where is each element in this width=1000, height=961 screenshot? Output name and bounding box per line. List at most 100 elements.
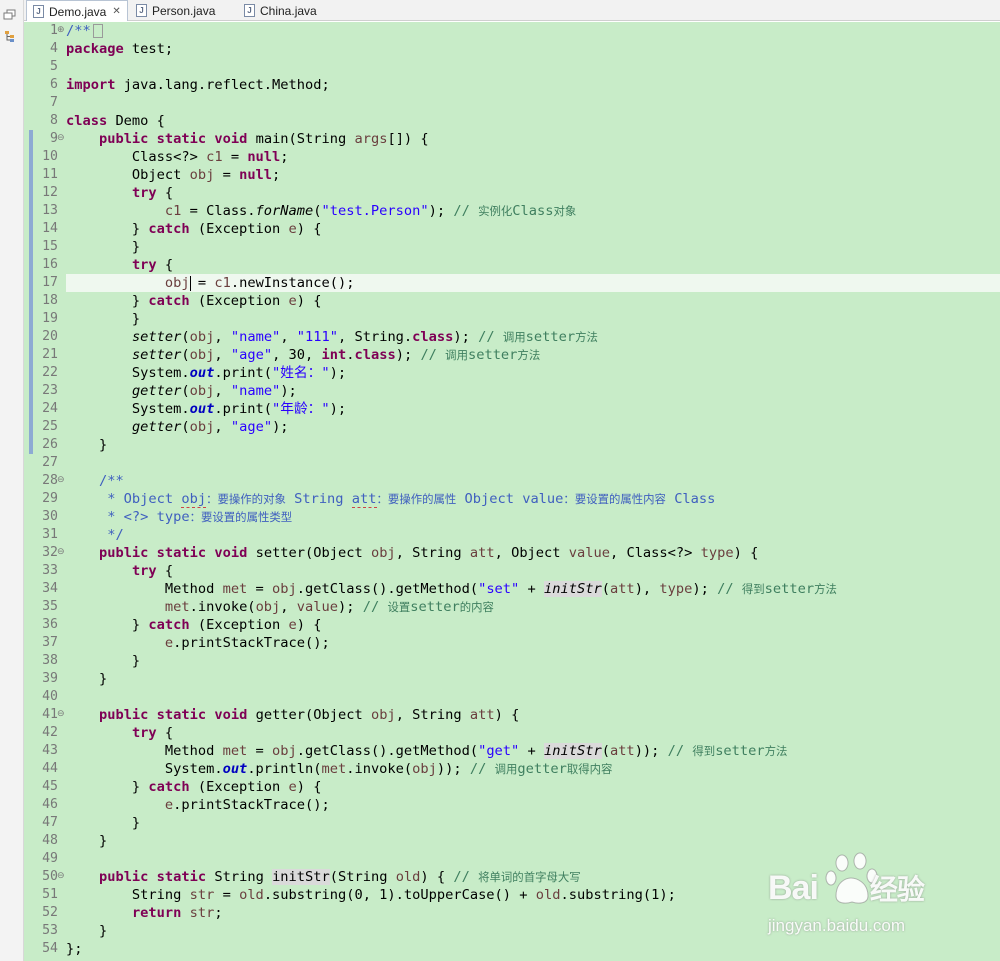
line-number: 17	[42, 275, 58, 290]
code-line[interactable]: Method met = obj.getClass().getMethod("g…	[66, 742, 787, 760]
line-number: 35	[42, 599, 58, 614]
code-line[interactable]: getter(obj, "name");	[66, 382, 297, 400]
code-line[interactable]: System.out.print("姓名：");	[66, 364, 346, 382]
code-line[interactable]: }	[66, 922, 107, 940]
collapse-fold-icon[interactable]: ⊖	[57, 472, 65, 490]
code-line[interactable]: setter(obj, "age", 30, int.class); // 调用…	[66, 346, 540, 364]
line-number: 23	[42, 383, 58, 398]
code-line[interactable]: public static void getter(Object obj, St…	[66, 706, 519, 724]
code-line[interactable]: */	[66, 526, 124, 544]
code-line[interactable]: * Object obj：要操作的对象 String att：要操作的属性 Ob…	[66, 490, 715, 508]
code-line[interactable]: e.printStackTrace();	[66, 796, 330, 814]
code-line[interactable]: } catch (Exception e) {	[66, 220, 322, 238]
line-number: 29	[42, 491, 58, 506]
collapse-fold-icon[interactable]: ⊖	[57, 706, 65, 724]
line-number: 19	[42, 311, 58, 326]
line-number: 20	[42, 329, 58, 344]
code-line[interactable]: } catch (Exception e) {	[66, 292, 322, 310]
code-line[interactable]: try {	[66, 724, 173, 742]
close-icon[interactable]: ✕	[112, 6, 120, 17]
code-line[interactable]: } catch (Exception e) {	[66, 616, 322, 634]
code-line[interactable]: }	[66, 238, 140, 256]
code-line[interactable]: public static void setter(Object obj, St…	[66, 544, 758, 562]
code-editor[interactable]: 1 ⊕ 4 5 6 7 8 9 ⊖ 10 11 12 13 14 15 16 17 18 19 20 21 22 23 24 2…	[24, 22, 1000, 961]
line-number: 51	[42, 887, 58, 902]
code-line[interactable]: } catch (Exception e) {	[66, 778, 322, 796]
line-number: 16	[42, 257, 58, 272]
line-number: 39	[42, 671, 58, 686]
java-file-icon: J	[244, 4, 255, 18]
code-line[interactable]: import java.lang.reflect.Method;	[66, 76, 330, 94]
line-number: 10	[42, 149, 58, 164]
code-line[interactable]: try {	[66, 562, 173, 580]
line-number: 9	[50, 131, 58, 146]
hierarchy-icon[interactable]	[3, 30, 17, 42]
code-line[interactable]: }	[66, 832, 107, 850]
code-line[interactable]: System.out.print("年龄：");	[66, 400, 346, 418]
code-line[interactable]: Class<?> c1 = null;	[66, 148, 289, 166]
line-number: 6	[50, 77, 58, 92]
code-line[interactable]: Method met = obj.getClass().getMethod("s…	[66, 580, 837, 598]
code-line[interactable]: Object obj = null;	[66, 166, 280, 184]
code-line[interactable]: public static String initStr(String old)…	[66, 868, 581, 886]
code-line[interactable]: /**	[66, 22, 103, 40]
line-number: 7	[50, 95, 58, 110]
tab-label: Person.java	[152, 3, 216, 18]
code-line[interactable]: c1 = Class.forName("test.Person"); // 实例…	[66, 202, 576, 220]
line-number: 43	[42, 743, 58, 758]
java-file-icon: J	[136, 4, 147, 18]
code-line[interactable]: getter(obj, "age");	[66, 418, 289, 436]
code-line[interactable]: System.out.println(met.invoke(obj)); // …	[66, 760, 613, 778]
code-line[interactable]: };	[66, 940, 82, 958]
line-number: 13	[42, 203, 58, 218]
code-line[interactable]: }	[66, 310, 140, 328]
code-line[interactable]: try {	[66, 256, 173, 274]
line-number: 5	[50, 59, 58, 74]
code-line[interactable]: setter(obj, "name", "111", String.class)…	[66, 328, 598, 346]
code-line[interactable]: met.invoke(obj, value); // 设置setter的内容	[66, 598, 494, 616]
code-text-area[interactable]: /** package test; import java.lang.reflect…	[66, 22, 1000, 961]
tab-china-java[interactable]: J China.java	[238, 0, 338, 21]
line-number: 33	[42, 563, 58, 578]
collapse-fold-icon[interactable]: ⊖	[57, 130, 65, 148]
line-number: 22	[42, 365, 58, 380]
tab-demo-java[interactable]: J Demo.java ✕	[26, 0, 128, 21]
line-number: 31	[42, 527, 58, 542]
line-number: 47	[42, 815, 58, 830]
collapse-fold-icon[interactable]: ⊖	[57, 544, 65, 562]
line-number: 4	[50, 41, 58, 56]
line-number: 48	[42, 833, 58, 848]
editor-tab-bar: J Demo.java ✕ J Person.java J China.java	[24, 0, 1000, 21]
restore-icon[interactable]	[3, 9, 17, 21]
line-number: 38	[42, 653, 58, 668]
left-trim-bar	[0, 0, 24, 961]
line-number: 18	[42, 293, 58, 308]
line-number: 40	[42, 689, 58, 704]
line-number: 50	[42, 869, 58, 884]
code-line[interactable]: }	[66, 670, 107, 688]
line-number: 49	[42, 851, 58, 866]
code-line[interactable]: * <?> type：要设置的属性类型	[66, 508, 292, 526]
code-line[interactable]: return str;	[66, 904, 223, 922]
code-line[interactable]: /**	[66, 472, 124, 490]
code-line[interactable]: package test;	[66, 40, 173, 58]
line-number: 26	[42, 437, 58, 452]
code-line[interactable]: public static void main(String args[]) {	[66, 130, 429, 148]
line-number: 36	[42, 617, 58, 632]
code-line[interactable]: try {	[66, 184, 173, 202]
line-number: 37	[42, 635, 58, 650]
collapse-fold-icon[interactable]: ⊖	[57, 868, 65, 886]
code-line[interactable]: obj = c1.newInstance();	[66, 274, 355, 292]
code-line[interactable]: }	[66, 652, 140, 670]
code-line[interactable]: e.printStackTrace();	[66, 634, 330, 652]
code-line[interactable]: String str = old.substring(0, 1).toUpper…	[66, 886, 676, 904]
line-number: 44	[42, 761, 58, 776]
code-line[interactable]: class Demo {	[66, 112, 165, 130]
line-number: 52	[42, 905, 58, 920]
expand-fold-icon[interactable]: ⊕	[57, 22, 65, 40]
code-line[interactable]: }	[66, 436, 107, 454]
tab-person-java[interactable]: J Person.java	[130, 0, 230, 21]
line-number: 46	[42, 797, 58, 812]
line-number: 28	[42, 473, 58, 488]
code-line[interactable]: }	[66, 814, 140, 832]
